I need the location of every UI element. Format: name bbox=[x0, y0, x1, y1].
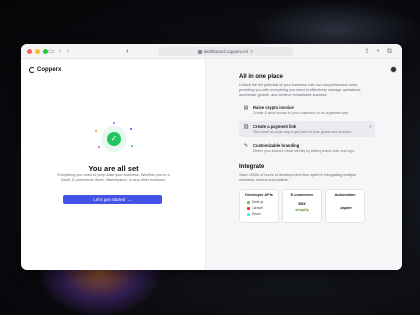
success-illustration: ✓ bbox=[95, 122, 133, 152]
arrow-right-icon: → bbox=[127, 197, 132, 202]
onboarding-panel: Copperx ✓ You are all set Everything you… bbox=[21, 59, 206, 270]
feature-title: Raise crypto invoice bbox=[253, 105, 294, 110]
back-icon[interactable]: ‹ bbox=[59, 47, 61, 56]
card-title: Automation bbox=[334, 193, 356, 197]
copperx-logo-icon bbox=[29, 67, 35, 73]
feature-description: Define your brand's visual identity by s… bbox=[253, 149, 356, 153]
forward-icon[interactable]: › bbox=[67, 47, 69, 56]
react-item: React bbox=[244, 212, 274, 216]
overview-title: All in one place bbox=[239, 74, 284, 80]
brush-icon: ✎ bbox=[243, 143, 249, 149]
sidebar-toggle-icon[interactable]: ▭ bbox=[48, 47, 55, 56]
minimize-window-button[interactable] bbox=[35, 49, 40, 54]
item-label: React bbox=[252, 212, 261, 216]
receipt-icon: ▤ bbox=[243, 105, 249, 111]
integrate-title: Integrate bbox=[239, 164, 265, 170]
confetti-piece bbox=[98, 146, 100, 148]
feature-title: Customizable branding bbox=[253, 143, 300, 148]
confetti-piece bbox=[113, 122, 115, 124]
laravel-icon bbox=[247, 206, 250, 210]
nodejs-icon bbox=[247, 200, 250, 204]
link-icon: ⛓ bbox=[243, 124, 250, 130]
share-icon[interactable]: ⇪ bbox=[364, 47, 370, 56]
reload-icon[interactable]: ↻ bbox=[250, 49, 253, 54]
address-bar[interactable]: dashboard.copperx.io/ ↻ bbox=[158, 47, 293, 56]
get-started-button[interactable]: Let's get started → bbox=[63, 195, 162, 204]
feature-description: Create & send invoice to your customers … bbox=[253, 111, 349, 115]
confetti-piece bbox=[95, 130, 97, 132]
lock-icon bbox=[197, 49, 202, 54]
new-tab-icon[interactable]: + bbox=[376, 47, 380, 56]
card-title: E-commerce bbox=[290, 193, 314, 197]
nodejs-item: Node.js bbox=[244, 200, 274, 204]
integration-cards: Developer APIs Node.js Laravel React E-c… bbox=[239, 189, 402, 223]
overview-description: Unlock the full potential of your busine… bbox=[239, 83, 362, 97]
avatar[interactable] bbox=[390, 66, 397, 73]
feature-description: The smart no-code way to get paid for yo… bbox=[253, 130, 352, 134]
feature-branding[interactable]: ✎ Customizable branding Define your bran… bbox=[239, 140, 375, 156]
confetti-piece bbox=[131, 145, 133, 147]
feature-list: ▤ Raise crypto invoice Create & send inv… bbox=[239, 102, 402, 156]
ecommerce-card[interactable]: E-commerce WIX shopify bbox=[282, 189, 322, 223]
tab-overview-icon[interactable]: ⧉ bbox=[387, 47, 392, 56]
wix-logo: WIX bbox=[298, 201, 306, 206]
get-started-label: Let's get started bbox=[93, 197, 126, 202]
success-title: You are all set bbox=[88, 164, 139, 173]
url-text: dashboard.copperx.io/ bbox=[203, 49, 249, 54]
item-label: Laravel bbox=[252, 206, 263, 210]
item-label: Node.js bbox=[252, 200, 264, 204]
automation-card[interactable]: Automation _zapier bbox=[325, 189, 365, 223]
feature-invoice[interactable]: ▤ Raise crypto invoice Create & send inv… bbox=[239, 102, 375, 118]
logo-text: Copperx bbox=[37, 67, 62, 73]
arrow-icon: ↗ bbox=[368, 124, 372, 129]
feature-title: Create a payment link bbox=[253, 124, 297, 129]
integrate-description: Save 1000s of hours of development time … bbox=[239, 173, 357, 182]
close-window-button[interactable] bbox=[27, 49, 32, 54]
checkmark-icon: ✓ bbox=[107, 132, 121, 146]
zapier-logo: _zapier bbox=[338, 205, 352, 210]
browser-toolbar: ▭ ‹ › ◐ dashboard.copperx.io/ ↻ ⇪ + ⧉ bbox=[21, 44, 402, 59]
shield-icon[interactable]: ◐ bbox=[126, 47, 130, 56]
feature-payment-link[interactable]: ⛓ Create a payment link The smart no-cod… bbox=[239, 121, 375, 137]
browser-window: ▭ ‹ › ◐ dashboard.copperx.io/ ↻ ⇪ + ⧉ Co… bbox=[21, 44, 402, 270]
confetti-piece bbox=[130, 128, 132, 130]
success-description: Everything you need to jump-start your b… bbox=[57, 173, 170, 182]
shopify-logo: shopify bbox=[295, 208, 309, 212]
developer-apis-card[interactable]: Developer APIs Node.js Laravel React bbox=[239, 189, 279, 223]
card-title: Developer APIs bbox=[245, 193, 273, 197]
copperx-logo: Copperx bbox=[29, 67, 61, 73]
react-icon bbox=[247, 212, 250, 216]
laravel-item: Laravel bbox=[244, 206, 274, 210]
info-panel: All in one place Unlock the full potenti… bbox=[206, 59, 402, 270]
window-controls bbox=[27, 49, 48, 54]
